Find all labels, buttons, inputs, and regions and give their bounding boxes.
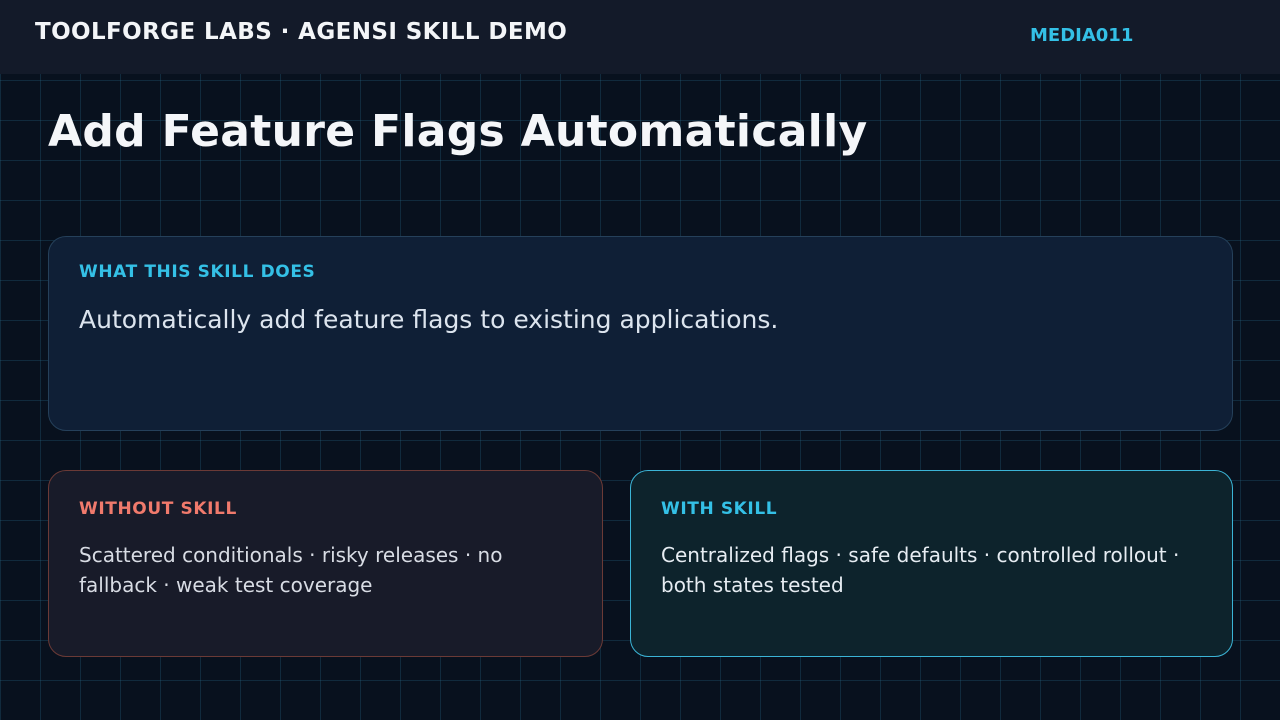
top-bar: TOOLFORGE LABS · AGENSI SKILL DEMO MEDIA… [0,0,1280,74]
page-title: Add Feature Flags Automatically [48,106,868,157]
without-card-label: WITHOUT SKILL [79,499,237,519]
with-card-description: Centralized flags · safe defaults · cont… [661,543,1180,597]
without-card-description: Scattered conditionals · risky releases … [79,543,503,597]
without-skill-card: WITHOUT SKILL Scattered conditionals · r… [48,470,603,657]
with-card-label: WITH SKILL [661,499,778,519]
what-card-label: WHAT THIS SKILL DOES [79,262,316,282]
with-skill-card: WITH SKILL Centralized flags · safe defa… [630,470,1233,657]
media-code: MEDIA011 [1030,25,1134,46]
what-this-skill-does-card: WHAT THIS SKILL DOES Automatically add f… [48,236,1233,431]
what-card-description: Automatically add feature flags to exist… [79,305,779,334]
brand-title: TOOLFORGE LABS · AGENSI SKILL DEMO [35,19,568,45]
